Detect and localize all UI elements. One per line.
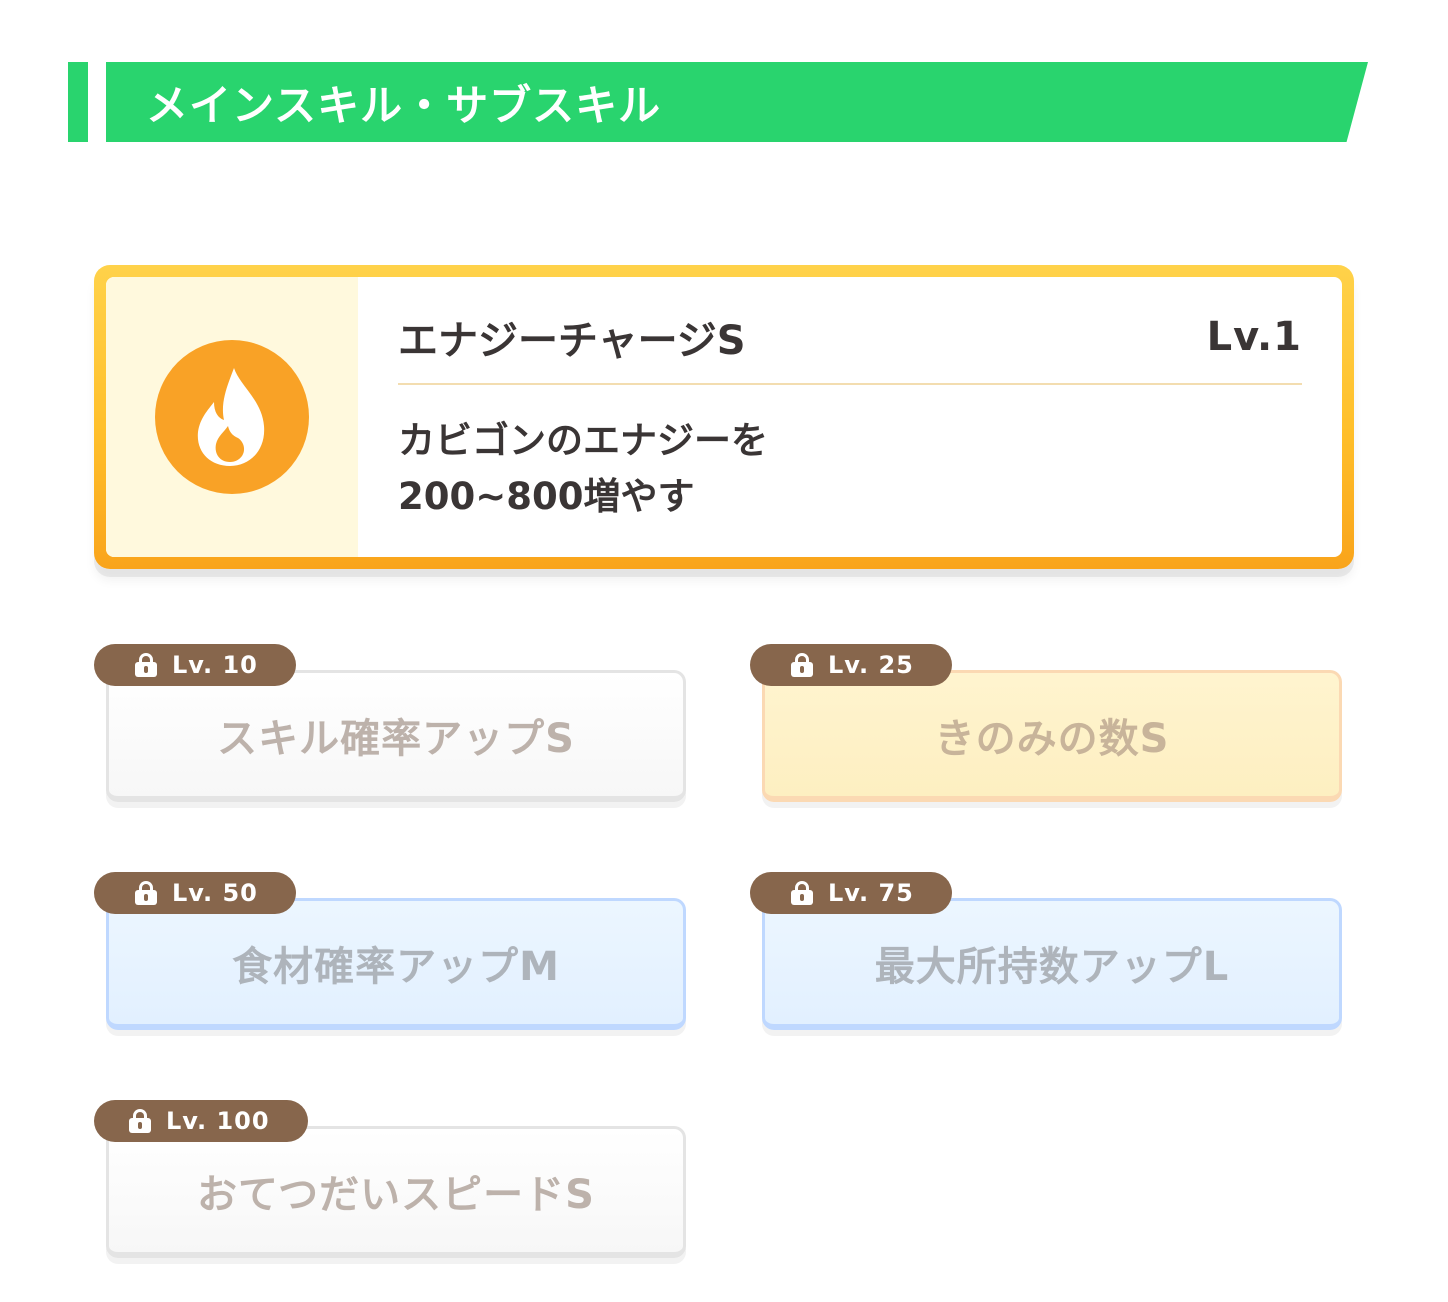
sub-skill-box: スキル確率アップS <box>106 670 686 802</box>
level-tag-text: Lv. 25 <box>828 651 914 679</box>
level-tag-text: Lv. 50 <box>172 879 258 907</box>
sub-skill-card-lv25[interactable]: Lv. 25 きのみの数S <box>750 644 1342 802</box>
sub-skill-card-lv100[interactable]: Lv. 100 おてつだいスピードS <box>94 1100 686 1258</box>
lock-icon <box>134 881 158 905</box>
flame-icon <box>155 340 309 494</box>
main-skill-description: カビゴンのエナジーを 200~800増やす <box>398 413 1302 525</box>
main-skill-level: Lv.1 <box>1206 314 1302 360</box>
main-skill-title-row: エナジーチャージS Lv.1 <box>398 305 1302 369</box>
level-tag: Lv. 100 <box>94 1100 308 1142</box>
section-header: メインスキル・サブスキル <box>106 62 1368 142</box>
sub-skill-box: 食材確率アップM <box>106 898 686 1030</box>
sub-skill-card-lv10[interactable]: Lv. 10 スキル確率アップS <box>94 644 686 802</box>
level-tag-text: Lv. 100 <box>166 1107 270 1135</box>
flame-icon-svg <box>197 368 265 466</box>
sub-skill-box: おてつだいスピードS <box>106 1126 686 1258</box>
lock-icon <box>790 881 814 905</box>
level-tag: Lv. 10 <box>94 644 296 686</box>
level-tag-text: Lv. 75 <box>828 879 914 907</box>
main-skill-inner: エナジーチャージS Lv.1 カビゴンのエナジーを 200~800増やす <box>106 277 1342 557</box>
main-skill-description-line1: カビゴンのエナジーを <box>398 419 768 462</box>
sub-skill-label: 最大所持数アップL <box>874 943 1230 990</box>
lock-icon <box>134 653 158 677</box>
header-accent-bar <box>68 62 88 142</box>
sub-skill-label: きのみの数S <box>934 715 1170 762</box>
main-skill-name: エナジーチャージS <box>398 318 746 364</box>
level-tag: Lv. 75 <box>750 872 952 914</box>
main-skill-card[interactable]: エナジーチャージS Lv.1 カビゴンのエナジーを 200~800増やす <box>94 265 1354 569</box>
sub-skill-card-lv75[interactable]: Lv. 75 最大所持数アップL <box>750 872 1342 1030</box>
section-title: メインスキル・サブスキル <box>146 80 662 130</box>
main-skill-text: エナジーチャージS Lv.1 カビゴンのエナジーを 200~800増やす <box>358 277 1342 557</box>
skills-page: メインスキル・サブスキル エナジーチャージS Lv.1 カビゴンのエナジーを 2… <box>0 0 1448 1302</box>
lock-icon <box>128 1109 152 1133</box>
main-skill-divider <box>398 383 1302 385</box>
level-tag-text: Lv. 10 <box>172 651 258 679</box>
sub-skill-box: 最大所持数アップL <box>762 898 1342 1030</box>
sub-skill-label: スキル確率アップS <box>217 715 575 762</box>
lock-icon <box>790 653 814 677</box>
level-tag: Lv. 50 <box>94 872 296 914</box>
sub-skill-box: きのみの数S <box>762 670 1342 802</box>
level-tag: Lv. 25 <box>750 644 952 686</box>
sub-skill-label: おてつだいスピードS <box>196 1171 595 1218</box>
main-skill-description-line2: 200~800増やす <box>398 475 695 518</box>
sub-skill-label: 食材確率アップM <box>232 943 560 990</box>
main-skill-icon-panel <box>106 277 358 557</box>
sub-skill-card-lv50[interactable]: Lv. 50 食材確率アップM <box>94 872 686 1030</box>
